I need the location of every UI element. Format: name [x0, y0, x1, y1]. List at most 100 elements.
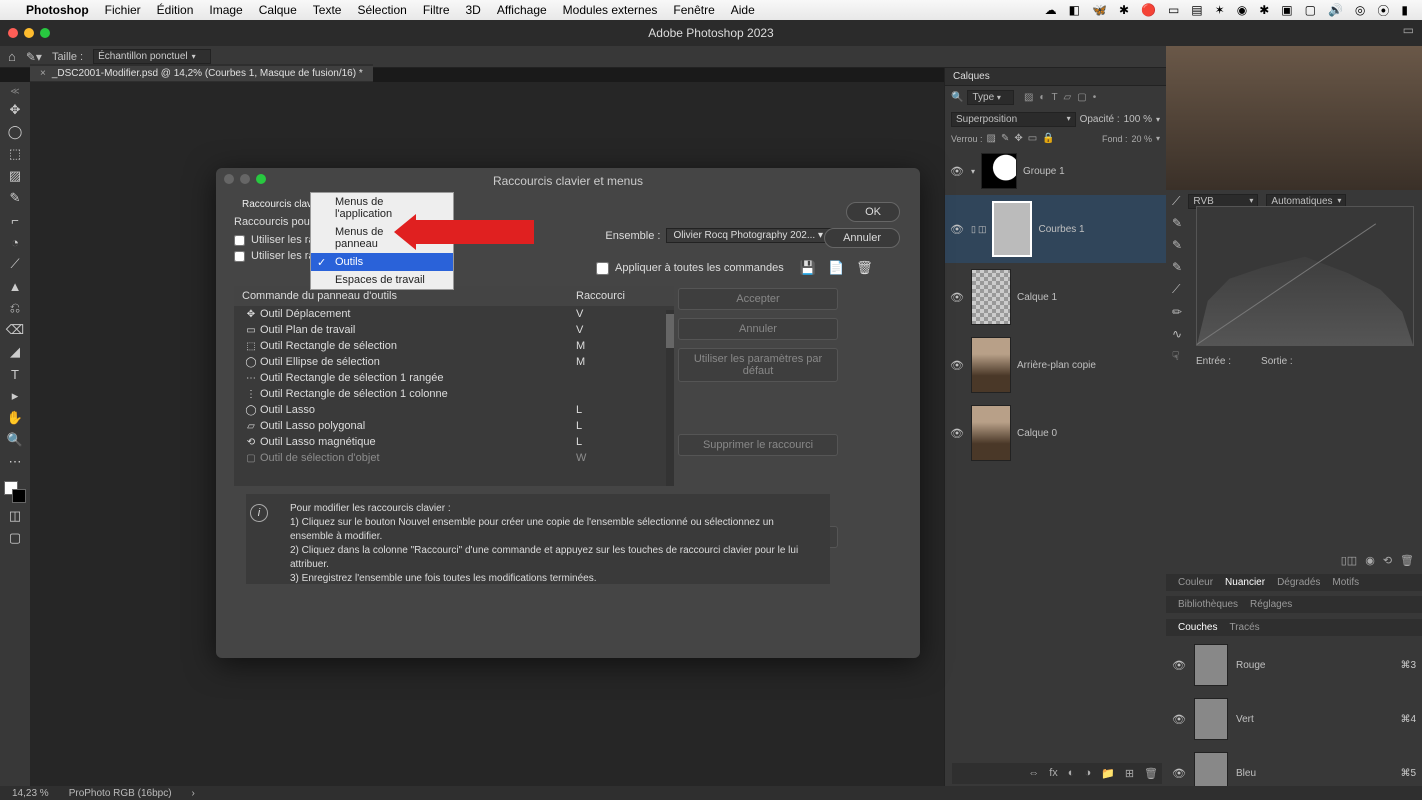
maximize-dialog[interactable]: [256, 174, 266, 184]
zoom-tool[interactable]: 🔍: [3, 431, 27, 449]
close-window[interactable]: [8, 28, 18, 38]
quickmask-tool[interactable]: ◫: [3, 507, 27, 525]
new-set-icon[interactable]: 📄: [828, 260, 844, 276]
eraser-tool[interactable]: ⌫: [3, 321, 27, 339]
visibility-toggle[interactable]: 👁: [949, 223, 965, 236]
record-icon[interactable]: 🔴: [1141, 3, 1156, 17]
clone-tool[interactable]: ⟋: [3, 255, 27, 273]
status-icon[interactable]: ✱: [1259, 3, 1269, 17]
tab-degrades[interactable]: Dégradés: [1271, 574, 1326, 591]
shortcut-cell[interactable]: L: [576, 404, 666, 416]
filter-shape-icon[interactable]: ▱: [1064, 92, 1072, 103]
table-scrollbar[interactable]: [666, 310, 674, 486]
shortcut-cell[interactable]: W: [576, 452, 666, 464]
eyedropper-tool[interactable]: ✎: [3, 189, 27, 207]
filter-type-icon[interactable]: T: [1051, 92, 1057, 103]
new-layer-icon[interactable]: ⊞: [1125, 767, 1134, 780]
layer-thumb[interactable]: [971, 405, 1011, 461]
save-set-icon[interactable]: 💾: [800, 260, 816, 276]
menu-fenetre[interactable]: Fenêtre: [673, 3, 714, 17]
use-legacy-checkbox[interactable]: [234, 235, 245, 246]
fill-caret-icon[interactable]: ▾: [1156, 134, 1160, 143]
layer-name[interactable]: Calque 1: [1017, 292, 1057, 303]
workspace-switcher-icon[interactable]: ▭: [1403, 23, 1414, 37]
channel-thumb[interactable]: [1194, 644, 1228, 686]
sample-size-select[interactable]: Échantillon ponctuel▾: [93, 49, 211, 64]
layer-name[interactable]: Calque 0: [1017, 428, 1057, 439]
layer-thumb[interactable]: [971, 337, 1011, 393]
filter-toggle-icon[interactable]: •: [1093, 92, 1097, 103]
layer-thumb[interactable]: [971, 269, 1011, 325]
defaults-button[interactable]: Utiliser les paramètres par défaut: [678, 348, 838, 382]
layer-row-group[interactable]: 👁 ▾ Groupe 1: [945, 147, 1166, 195]
crop-tool[interactable]: ▨: [3, 167, 27, 185]
visibility-toggle[interactable]: 👁: [1172, 659, 1186, 672]
visibility-toggle[interactable]: 👁: [1172, 713, 1186, 726]
view-prev-icon[interactable]: ◉: [1365, 554, 1375, 567]
layer-row-calque0[interactable]: 👁 Calque 0: [945, 399, 1166, 467]
table-row[interactable]: ⋮Outil Rectangle de sélection 1 colonne: [234, 386, 674, 402]
opacity-value[interactable]: 100 %: [1124, 114, 1152, 125]
minimize-window[interactable]: [24, 28, 34, 38]
visibility-toggle[interactable]: 👁: [949, 165, 965, 178]
link-icon[interactable]: ▯: [971, 224, 976, 235]
color-swatches[interactable]: [4, 481, 26, 503]
app-name[interactable]: Photoshop: [26, 3, 89, 17]
delete-shortcut-button[interactable]: Supprimer le raccourci: [678, 434, 838, 456]
status-icon[interactable]: ◉: [1237, 3, 1247, 17]
accept-button[interactable]: Accepter: [678, 288, 838, 310]
layer-name[interactable]: Arrière-plan copie: [1017, 360, 1096, 371]
wifi-icon[interactable]: ⦿: [1377, 2, 1389, 19]
status-icon[interactable]: ▢: [1305, 3, 1316, 17]
status-icon[interactable]: ▭: [1168, 3, 1179, 17]
marquee-tool[interactable]: ◯: [3, 123, 27, 141]
channel-thumb[interactable]: [1194, 698, 1228, 740]
tool-preset-icon[interactable]: ✎▾: [26, 50, 42, 64]
lasso-tool[interactable]: ⬚: [3, 145, 27, 163]
dropdown-option-selected[interactable]: Outils: [311, 253, 453, 271]
menu-filtre[interactable]: Filtre: [423, 3, 450, 17]
link-layers-icon[interactable]: ⇔: [1028, 767, 1039, 780]
pen-tool[interactable]: ▸: [3, 387, 27, 405]
lock-position-icon[interactable]: ✥: [1014, 133, 1022, 144]
hand-tool[interactable]: ✋: [3, 409, 27, 427]
lock-paint-icon[interactable]: ✎: [1001, 133, 1009, 144]
fx-icon[interactable]: fx: [1049, 767, 1058, 780]
table-row[interactable]: ⋯Outil Rectangle de sélection 1 rangée: [234, 370, 674, 386]
menu-modules[interactable]: Modules externes: [563, 3, 658, 17]
layer-name[interactable]: Groupe 1: [1023, 166, 1065, 177]
status-icon[interactable]: ✱: [1119, 3, 1129, 17]
apply-all-checkbox[interactable]: [596, 262, 609, 275]
status-icon[interactable]: ◎: [1355, 3, 1365, 17]
cloud-icon[interactable]: ☁: [1045, 3, 1057, 17]
dodge-tool[interactable]: ◢: [3, 343, 27, 361]
menu-calque[interactable]: Calque: [259, 3, 297, 17]
layer-row-calque1[interactable]: 👁 Calque 1: [945, 263, 1166, 331]
status-caret-icon[interactable]: ›: [192, 788, 195, 799]
maximize-window[interactable]: [40, 28, 50, 38]
menu-aide[interactable]: Aide: [731, 3, 755, 17]
menu-3d[interactable]: 3D: [466, 3, 481, 17]
status-icon[interactable]: ✶: [1215, 3, 1225, 17]
adjustment-icon[interactable]: ◑: [1084, 767, 1091, 780]
table-row[interactable]: ▭Outil Plan de travailV: [234, 322, 674, 338]
cancel-button[interactable]: Annuler: [824, 228, 900, 248]
gradient-tool[interactable]: ▲: [3, 277, 27, 295]
table-row[interactable]: ⟲Outil Lasso magnétiqueL: [234, 434, 674, 450]
filter-adjustment-icon[interactable]: ◐: [1039, 92, 1045, 103]
shortcut-cell[interactable]: M: [576, 340, 666, 352]
minimize-dialog[interactable]: [240, 174, 250, 184]
mask-icon[interactable]: ◐: [1068, 767, 1075, 780]
volume-icon[interactable]: 🔊: [1328, 3, 1343, 17]
collapse-toolbar-icon[interactable]: ≪: [10, 86, 19, 97]
layer-filter-type[interactable]: Type ▾: [967, 90, 1013, 105]
status-icon[interactable]: ▤: [1191, 3, 1202, 17]
type-tool[interactable]: T: [3, 365, 27, 383]
edit-toolbar[interactable]: ⋯: [3, 453, 27, 471]
hand-icon[interactable]: ☟: [1172, 349, 1182, 363]
tab-motifs[interactable]: Motifs: [1326, 574, 1365, 591]
clip-icon[interactable]: ▯◫: [1341, 554, 1357, 567]
filter-smart-icon[interactable]: ▢: [1077, 92, 1086, 103]
dropdown-option[interactable]: Menus de l'application: [311, 193, 453, 223]
menu-texte[interactable]: Texte: [313, 3, 342, 17]
